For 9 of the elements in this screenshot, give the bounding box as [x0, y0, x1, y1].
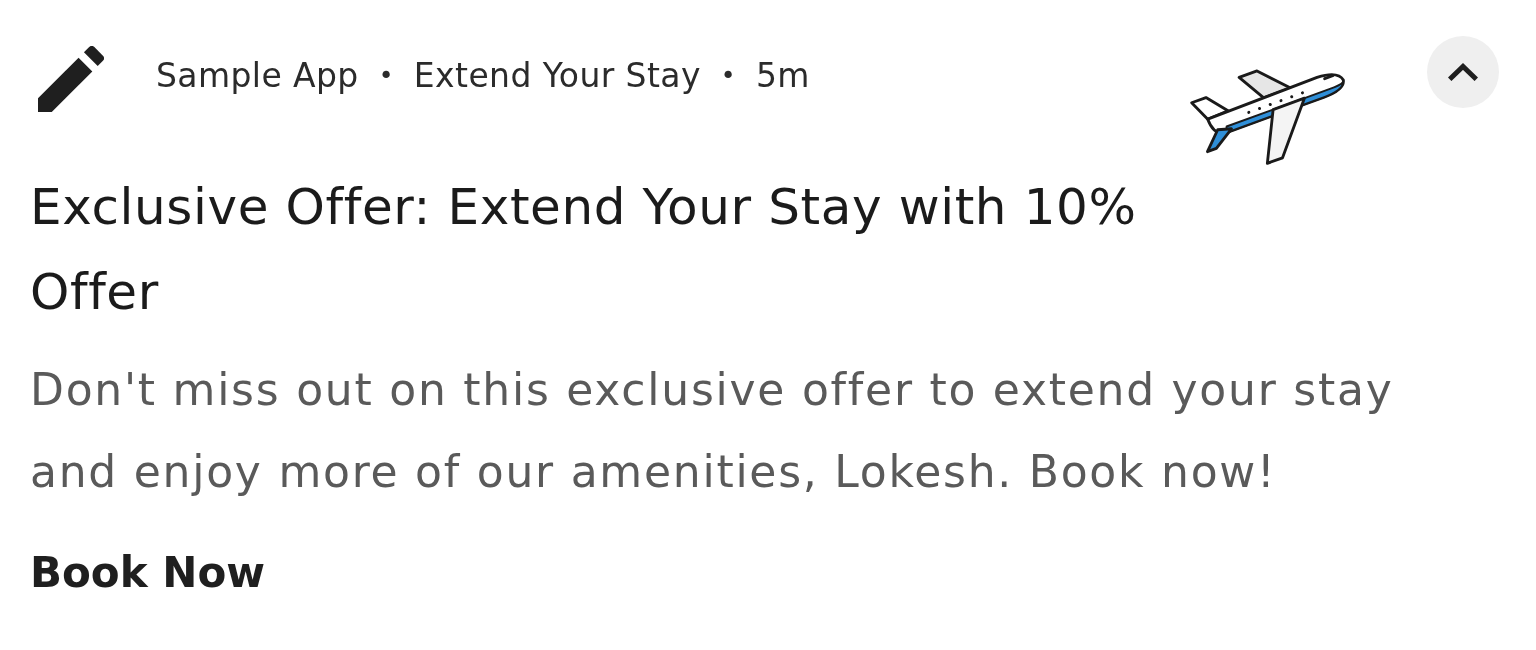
bullet-separator: •	[720, 60, 736, 92]
app-name: Sample App	[156, 55, 359, 97]
channel-name: Extend Your Stay	[413, 55, 701, 97]
pencil-icon	[38, 46, 104, 112]
notification-title: Exclusive Offer: Extend Your Stay with 10% Offer	[30, 177, 1138, 323]
action-button[interactable]: Book Now	[30, 543, 266, 603]
timestamp: 5m	[755, 55, 810, 97]
bullet-separator: •	[378, 60, 394, 92]
notification-message: Don't miss out on this exclusive offer to extend your stay and enjoy more of our amenities, Lokesh. Book now!	[30, 363, 1395, 499]
